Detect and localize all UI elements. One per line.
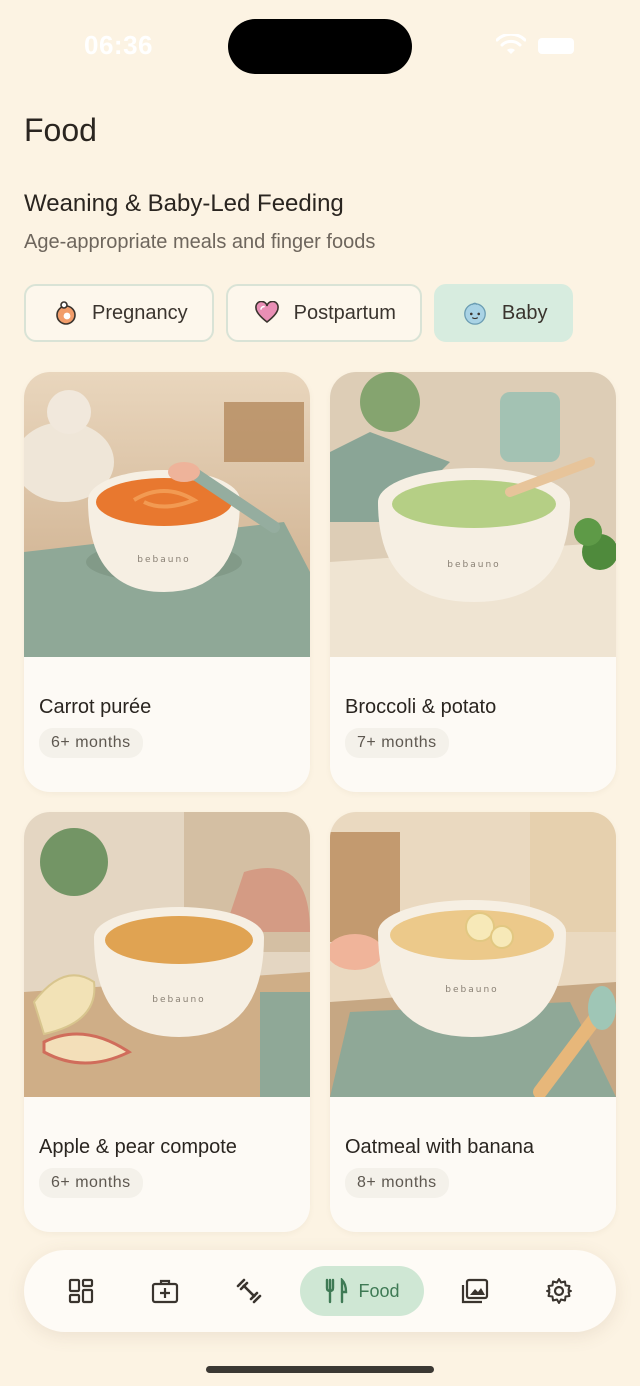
nav-settings[interactable]: [540, 1272, 578, 1310]
bowl-brand-text: bebauno: [445, 985, 498, 995]
battery-icon: [538, 38, 574, 54]
nav-fitness[interactable]: [230, 1272, 268, 1310]
chip-pregnancy[interactable]: Pregnancy: [24, 284, 214, 342]
age-badge: 6+ months: [39, 728, 143, 758]
page-title: Food: [24, 112, 97, 148]
age-badge: 8+ months: [345, 1168, 449, 1198]
gallery-icon: [461, 1278, 489, 1304]
nav-food-label: Food: [358, 1280, 400, 1301]
age-badge: 7+ months: [345, 728, 449, 758]
age-badge: 6+ months: [39, 1168, 143, 1198]
status-time: 06:36: [84, 30, 153, 60]
recipe-title: Carrot purée: [39, 696, 152, 718]
status-bar: 06:36: [0, 0, 640, 92]
nav-dashboard[interactable]: [62, 1272, 100, 1310]
bowl-brand-text: bebauno: [447, 560, 500, 570]
recipe-card-apple[interactable]: bebauno Apple & pear compote 6+ months: [24, 812, 310, 1232]
recipe-photo: bebauno: [330, 812, 616, 1097]
nav-food[interactable]: Food: [300, 1266, 424, 1316]
dumbbell-icon: [236, 1278, 262, 1304]
baby-face-icon: [462, 300, 488, 326]
dynamic-island: [228, 19, 412, 74]
heart-icon: [254, 300, 280, 326]
settings-gear-icon: [546, 1278, 572, 1304]
recipe-card-carrot[interactable]: bebauno Carrot purée 6+ months: [24, 372, 310, 792]
nav-gallery[interactable]: [456, 1272, 494, 1310]
medical-kit-icon: [151, 1279, 179, 1304]
chip-label: Postpartum: [293, 301, 396, 324]
cutlery-icon: [326, 1278, 348, 1304]
recipe-card-broccoli[interactable]: bebauno Broccoli & potato 7+ months: [330, 372, 616, 792]
bowl-brand-text: bebauno: [152, 995, 205, 1005]
recipe-photo: bebauno: [24, 812, 310, 1097]
recipe-photo: bebauno: [330, 372, 616, 657]
recipe-title: Broccoli & potato: [345, 696, 497, 718]
section-subtitle: Age-appropriate meals and finger foods: [24, 231, 376, 253]
chip-baby[interactable]: Baby: [433, 284, 574, 342]
section-title: Weaning & Baby-Led Feeding: [24, 190, 344, 217]
chip-label: Baby: [501, 301, 548, 324]
chip-postpartum[interactable]: Postpartum: [225, 284, 422, 342]
recipe-photo: bebauno: [24, 372, 310, 657]
home-indicator: [206, 1366, 434, 1373]
recipe-title: Apple & pear compote: [39, 1136, 237, 1158]
wifi-icon: [496, 34, 526, 54]
category-chips: Pregnancy Postpartum Baby: [24, 284, 574, 342]
nav-medical[interactable]: [146, 1272, 184, 1310]
dashboard-icon: [68, 1278, 94, 1304]
recipe-card-oatmeal[interactable]: bebauno Oatmeal with banana 8+ months: [330, 812, 616, 1232]
chip-label: Pregnancy: [92, 301, 188, 324]
pregnancy-icon: [52, 300, 78, 326]
recipe-title: Oatmeal with banana: [345, 1136, 535, 1158]
bowl-brand-text: bebauno: [137, 555, 190, 565]
bottom-nav: Food: [24, 1250, 616, 1332]
